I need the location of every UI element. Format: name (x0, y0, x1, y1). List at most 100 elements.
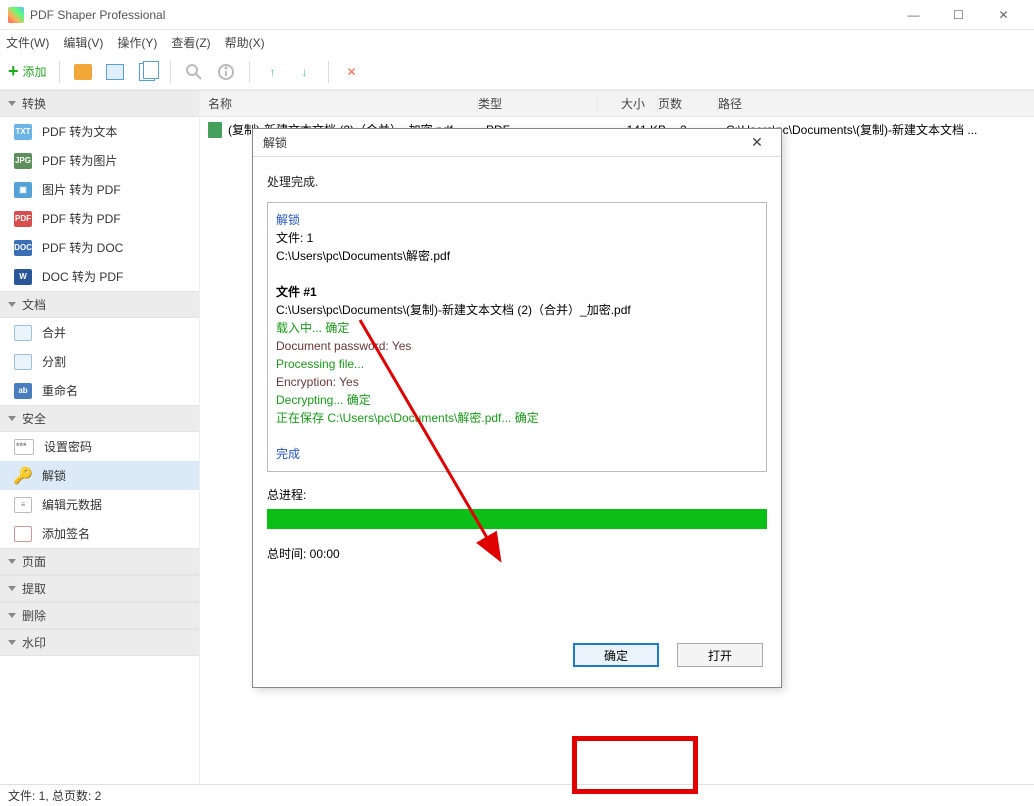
move-up-button[interactable]: ↑ (262, 61, 284, 83)
log-line: 文件: 1 (276, 229, 758, 247)
sidebar-item-doc-to-pdf[interactable]: WDOC 转为 PDF (0, 262, 199, 291)
menu-help[interactable]: 帮助(X) (225, 34, 265, 51)
jpg-icon: JPG (14, 153, 32, 169)
plus-icon: + (8, 61, 19, 82)
key-icon: 🔑 (14, 468, 32, 484)
sidebar-group-security[interactable]: 安全 (0, 405, 199, 432)
info-button[interactable] (215, 61, 237, 83)
col-pages[interactable]: 页数 (658, 95, 718, 112)
image-button[interactable] (104, 61, 126, 83)
separator (328, 61, 329, 83)
remove-button[interactable]: ✕ (341, 61, 363, 83)
window-title: PDF Shaper Professional (30, 8, 891, 22)
col-name[interactable]: 名称 (208, 95, 478, 112)
time-label: 总时间: 00:00 (267, 545, 767, 562)
log-line: Processing file... (276, 355, 758, 373)
menu-action[interactable]: 操作(Y) (117, 34, 157, 51)
unlock-dialog: 解锁 ✕ 处理完成. 解锁 文件: 1 C:\Users\pc\Document… (252, 128, 782, 688)
rename-icon: ab (14, 383, 32, 399)
menu-view[interactable]: 查看(Z) (171, 34, 210, 51)
sidebar-item-signature[interactable]: ✎添加签名 (0, 519, 199, 548)
word-icon: W (14, 269, 32, 285)
sidebar-group-document[interactable]: 文档 (0, 291, 199, 318)
sidebar-item-merge[interactable]: 合并 (0, 318, 199, 347)
sidebar-item-rename[interactable]: ab重命名 (0, 376, 199, 405)
log-line: Encryption: Yes (276, 373, 758, 391)
log-line: 完成 (276, 445, 758, 463)
separator (249, 61, 250, 83)
separator (170, 61, 171, 83)
separator (59, 61, 60, 83)
sidebar-group-delete[interactable]: 删除 (0, 602, 199, 629)
sidebar-item-pdf-to-doc[interactable]: DOCPDF 转为 DOC (0, 233, 199, 262)
log-line: 正在保存 C:\Users\pc\Documents\解密.pdf... 确定 (276, 409, 758, 427)
sidebar-item-metadata[interactable]: ≡编辑元数据 (0, 490, 199, 519)
arrow-up-icon: ↑ (270, 65, 276, 79)
copy-button[interactable] (136, 61, 158, 83)
sidebar-item-pdf-to-image[interactable]: JPGPDF 转为图片 (0, 146, 199, 175)
column-header: 名称 类型 大小 页数 路径 (200, 90, 1034, 117)
progress-bar (267, 509, 767, 529)
log-line: 文件 #1 (276, 283, 758, 301)
status-text: 文件: 1, 总页数: 2 (8, 787, 101, 804)
toolbar: + 添加 ↑ ↓ ✕ (0, 54, 1034, 90)
signature-icon: ✎ (14, 526, 32, 542)
password-icon (14, 439, 34, 455)
log-line: 载入中... 确定 (276, 319, 758, 337)
sidebar-group-watermark[interactable]: 水印 (0, 629, 199, 656)
search-icon (185, 63, 203, 81)
col-type[interactable]: 类型 (478, 95, 598, 112)
progress-label: 总进程: (267, 486, 767, 503)
sidebar-item-split[interactable]: 分割 (0, 347, 199, 376)
move-down-button[interactable]: ↓ (294, 61, 316, 83)
image-file-icon: ▣ (14, 182, 32, 198)
arrow-down-icon: ↓ (302, 65, 308, 79)
folder-icon (74, 64, 92, 80)
minimize-button[interactable]: — (891, 1, 936, 29)
doc-icon: DOC (14, 240, 32, 256)
done-label: 处理完成. (267, 173, 767, 190)
sidebar-group-page[interactable]: 页面 (0, 548, 199, 575)
log-line: Document password: Yes (276, 337, 758, 355)
sidebar-group-extract[interactable]: 提取 (0, 575, 199, 602)
status-bar: 文件: 1, 总页数: 2 (0, 784, 1034, 806)
col-path[interactable]: 路径 (718, 95, 1026, 112)
open-button[interactable]: 打开 (677, 643, 763, 667)
pdf-icon: PDF (14, 211, 32, 227)
ok-button[interactable]: 确定 (573, 643, 659, 667)
sidebar-item-image-to-pdf[interactable]: ▣图片 转为 PDF (0, 175, 199, 204)
log-line: C:\Users\pc\Documents\(复制)-新建文本文档 (2)（合并… (276, 301, 758, 319)
log-line: Decrypting... 确定 (276, 391, 758, 409)
merge-icon (14, 325, 32, 341)
title-bar: PDF Shaper Professional — ☐ ✕ (0, 0, 1034, 30)
sidebar-group-convert[interactable]: 转换 (0, 90, 199, 117)
metadata-icon: ≡ (14, 497, 32, 513)
maximize-button[interactable]: ☐ (936, 1, 981, 29)
add-button[interactable]: + 添加 (8, 61, 47, 82)
dialog-close-button[interactable]: ✕ (743, 134, 771, 151)
menu-file[interactable]: 文件(W) (6, 34, 49, 51)
split-icon (14, 354, 32, 370)
log-line: 解锁 (276, 211, 758, 229)
sidebar: 转换 TXTPDF 转为文本 JPGPDF 转为图片 ▣图片 转为 PDF PD… (0, 90, 200, 784)
search-button[interactable] (183, 61, 205, 83)
x-icon: ✕ (347, 65, 357, 79)
sidebar-item-pdf-to-pdf[interactable]: PDFPDF 转为 PDF (0, 204, 199, 233)
log-line: C:\Users\pc\Documents\解密.pdf (276, 247, 758, 265)
sidebar-item-set-password[interactable]: 设置密码 (0, 432, 199, 461)
dialog-title: 解锁 (263, 134, 743, 151)
menu-edit[interactable]: 编辑(V) (63, 34, 103, 51)
app-icon (8, 7, 24, 23)
add-label: 添加 (23, 63, 47, 80)
image-icon (106, 64, 124, 80)
close-button[interactable]: ✕ (981, 1, 1026, 29)
info-icon (217, 63, 235, 81)
pdf-file-icon (208, 122, 222, 138)
copy-icon (139, 63, 155, 81)
sidebar-item-unlock[interactable]: 🔑解锁 (0, 461, 199, 490)
folder-button[interactable] (72, 61, 94, 83)
col-size[interactable]: 大小 (598, 95, 658, 112)
menu-bar: 文件(W) 编辑(V) 操作(Y) 查看(Z) 帮助(X) (0, 30, 1034, 54)
sidebar-item-pdf-to-text[interactable]: TXTPDF 转为文本 (0, 117, 199, 146)
log-box[interactable]: 解锁 文件: 1 C:\Users\pc\Documents\解密.pdf 文件… (267, 202, 767, 472)
